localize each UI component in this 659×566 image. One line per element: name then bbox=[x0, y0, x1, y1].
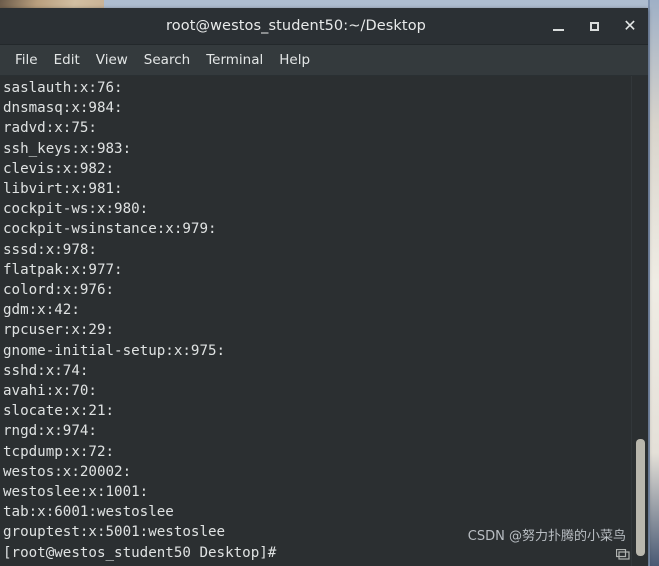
menu-item-terminal[interactable]: Terminal bbox=[198, 50, 271, 70]
terminal-line: westos:x:20002: bbox=[3, 463, 132, 480]
terminal-line: libvirt:x:981: bbox=[3, 181, 123, 198]
maximize-icon bbox=[589, 21, 599, 31]
terminal-line: tab:x:6001:westoslee bbox=[3, 504, 174, 521]
terminal-line: grouptest:x:5001:westoslee bbox=[3, 524, 226, 541]
desktop-right-edge bbox=[648, 0, 659, 566]
terminal-line: rngd:x:974: bbox=[3, 423, 97, 440]
terminal-line: colord:x:976: bbox=[3, 282, 115, 299]
menu-item-file[interactable]: File bbox=[7, 50, 46, 70]
menu-item-edit[interactable]: Edit bbox=[46, 50, 88, 70]
terminal-line: sssd:x:978: bbox=[3, 241, 97, 258]
terminal-scrollbar[interactable] bbox=[616, 76, 648, 566]
terminal-line: westoslee:x:1001: bbox=[3, 484, 149, 501]
menu-item-help[interactable]: Help bbox=[271, 50, 318, 70]
terminal-line: gdm:x:42: bbox=[3, 302, 80, 319]
menu-item-search[interactable]: Search bbox=[136, 50, 198, 70]
terminal-prompt-line: [root@westos_student50 Desktop]# bbox=[3, 544, 277, 561]
maximize-button[interactable] bbox=[584, 16, 604, 36]
terminal-output[interactable]: saslauth:x:76: dnsmasq:x:984: radvd:x:75… bbox=[0, 76, 631, 566]
terminal-line: cockpit-ws:x:980: bbox=[3, 201, 149, 218]
window-title: root@westos_student50:~/Desktop bbox=[166, 18, 426, 34]
terminal-line: ssh_keys:x:983: bbox=[3, 140, 132, 157]
minimize-icon bbox=[552, 28, 564, 31]
window-controls: ✕ bbox=[548, 8, 640, 44]
terminal-line: rpcuser:x:29: bbox=[3, 322, 115, 339]
terminal-body[interactable]: saslauth:x:76: dnsmasq:x:984: radvd:x:75… bbox=[0, 76, 648, 566]
scrollbar-thumb[interactable] bbox=[636, 438, 645, 557]
terminal-line: dnsmasq:x:984: bbox=[3, 100, 123, 117]
terminal-line: slocate:x:21: bbox=[3, 403, 115, 420]
terminal-line: sshd:x:74: bbox=[3, 362, 89, 379]
close-button[interactable]: ✕ bbox=[620, 16, 640, 36]
terminal-line: tcpdump:x:72: bbox=[3, 443, 115, 460]
close-icon: ✕ bbox=[623, 16, 637, 35]
terminal-line: avahi:x:70: bbox=[3, 383, 97, 400]
terminal-window: root@westos_student50:~/Desktop ✕ File E… bbox=[0, 8, 648, 566]
terminal-line: radvd:x:75: bbox=[3, 120, 97, 137]
window-resize-icon bbox=[616, 549, 630, 560]
terminal-line: gnome-initial-setup:x:975: bbox=[3, 342, 226, 359]
menu-bar: File Edit View Search Terminal Help bbox=[0, 45, 648, 76]
window-title-bar[interactable]: root@westos_student50:~/Desktop ✕ bbox=[0, 8, 648, 45]
terminal-line: clevis:x:982: bbox=[3, 160, 115, 177]
minimize-button[interactable] bbox=[548, 16, 568, 36]
terminal-line: saslauth:x:76: bbox=[3, 80, 123, 96]
terminal-line: flatpak:x:977: bbox=[3, 261, 123, 278]
menu-item-view[interactable]: View bbox=[88, 50, 136, 70]
terminal-line: cockpit-wsinstance:x:979: bbox=[3, 221, 217, 238]
